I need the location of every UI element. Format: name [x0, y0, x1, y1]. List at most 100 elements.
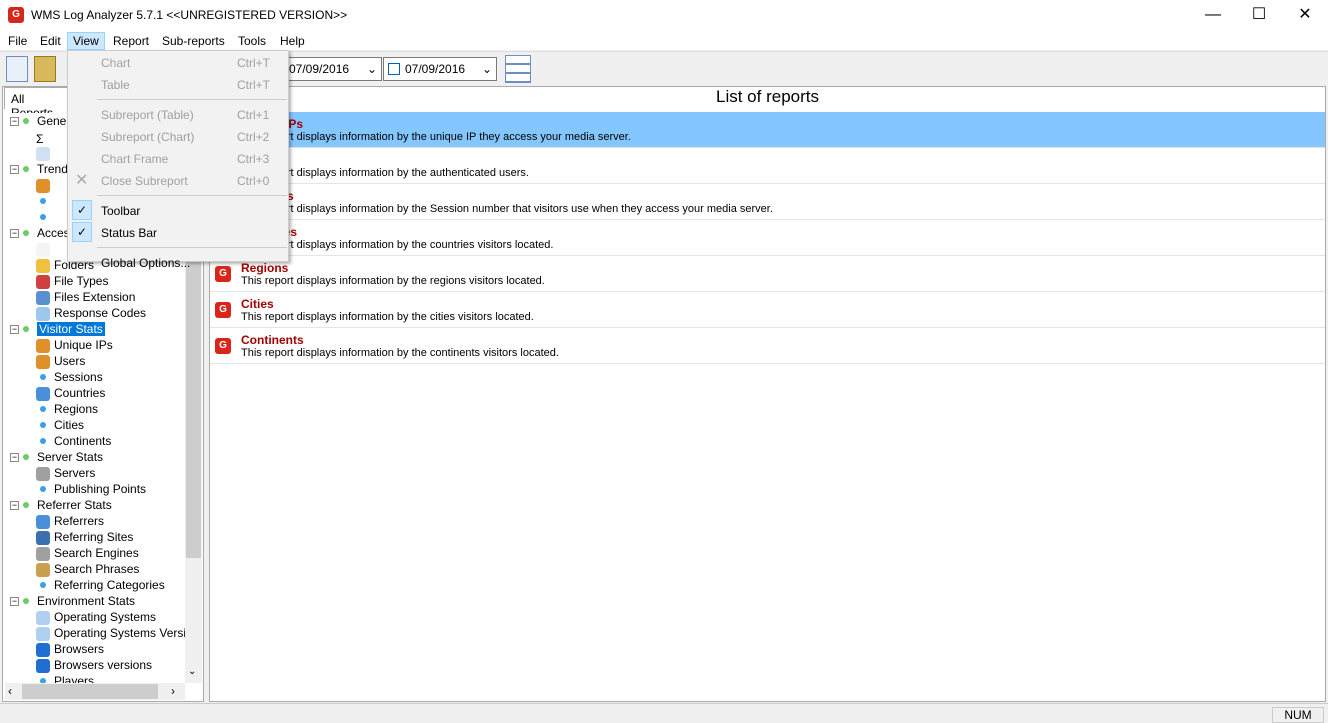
menu-item-toolbar[interactable]: Toolbar ✓ [68, 200, 288, 222]
date-to-picker[interactable]: 07/09/2016 ⌄ [383, 57, 497, 81]
tree-item[interactable]: Browsers [36, 641, 104, 657]
collapse-icon[interactable]: − [10, 597, 19, 607]
menu-item-shortcut: Ctrl+0 [237, 174, 270, 188]
bullet-icon [40, 486, 46, 493]
tree-item[interactable]: Response Codes [36, 305, 146, 321]
tree-item[interactable]: Users [36, 353, 85, 369]
bullet-icon [40, 374, 46, 381]
tree-item[interactable]: Sessions [36, 369, 103, 385]
scroll-right-icon[interactable]: › [171, 684, 175, 698]
report-name: Cities [241, 297, 274, 311]
tree-item[interactable]: Operating Systems Versions [36, 625, 185, 641]
tree-group[interactable]: − Trends [10, 161, 74, 177]
tree-item[interactable] [36, 177, 54, 193]
tree-group[interactable]: − Environment Stats [10, 593, 135, 609]
menu-item-status-bar[interactable]: Status Bar ✓ [68, 222, 288, 244]
tree-item[interactable]: Servers [36, 465, 95, 481]
maximize-button[interactable]: ☐ [1236, 0, 1282, 30]
bullet-icon [40, 438, 46, 445]
tree-item-label: Referrers [54, 514, 105, 528]
menu-tools[interactable]: Tools [232, 32, 272, 50]
collapse-icon[interactable]: − [10, 325, 19, 335]
tree-item[interactable]: Continents [36, 433, 111, 449]
num-lock-indicator: NUM [1272, 707, 1324, 723]
menu-sub-reports[interactable]: Sub-reports [156, 32, 231, 50]
tree-item[interactable]: Operating Systems [36, 609, 156, 625]
date-to-checkbox[interactable] [388, 63, 400, 75]
menu-edit[interactable]: Edit [34, 32, 67, 50]
scroll-thumb[interactable] [22, 684, 158, 699]
collapse-icon[interactable]: − [10, 229, 19, 239]
bullet-icon [40, 406, 46, 413]
scroll-left-icon[interactable]: ‹ [8, 684, 12, 698]
new-report-icon[interactable] [6, 56, 28, 82]
tree-group[interactable]: − Server Stats [10, 449, 103, 465]
reports-title: List of reports [716, 87, 819, 106]
date-from-picker[interactable]: 07/09/2016 ⌄ [284, 57, 382, 81]
tree-item[interactable] [36, 145, 54, 161]
collapse-icon[interactable]: − [10, 453, 19, 463]
collapse-icon[interactable]: − [10, 117, 19, 127]
report-row[interactable]: G Regions This report displays information… [210, 256, 1325, 292]
tree-item[interactable]: File Types [36, 273, 108, 289]
menu-item-close-subreport[interactable]: Close Subreport Ctrl+0 ✕ [68, 170, 288, 192]
tree-item[interactable] [36, 209, 54, 225]
tree-item-label: Referring Categories [54, 578, 165, 592]
tree-item[interactable]: Countries [36, 385, 105, 401]
tree-item-label: Publishing Points [54, 482, 147, 496]
tree-item[interactable]: Browsers versions [36, 657, 152, 673]
report-row[interactable]: GUnique IPsThis report displays informat… [210, 112, 1325, 148]
open-report-icon[interactable] [34, 56, 56, 82]
tree-horizontal-scrollbar[interactable]: ‹ › [5, 683, 185, 700]
tree-item[interactable]: Referrers [36, 513, 104, 529]
collapse-icon[interactable]: − [10, 501, 19, 511]
tree-item[interactable]: Σ [36, 129, 54, 146]
tree-item[interactable]: Players [36, 673, 94, 683]
menu-report[interactable]: Report [107, 32, 155, 50]
report-row[interactable]: GCountriesThis report displays informati… [210, 220, 1325, 256]
report-row[interactable]: GUsersThis report displays information b… [210, 148, 1325, 184]
menu-item-table[interactable]: Table Ctrl+T [68, 74, 288, 96]
group-dot-icon [23, 230, 29, 237]
close-icon: ✕ [75, 172, 89, 189]
scroll-down-icon[interactable]: ⌄ [188, 666, 196, 677]
tree-item-label: Environment Stats [37, 594, 136, 608]
report-row[interactable]: G Cities This report displays information … [210, 292, 1325, 328]
tree-group[interactable]: − Referrer Stats [10, 497, 112, 513]
tree-item[interactable]: Referring Categories [36, 577, 165, 593]
menu-item-shortcut: Ctrl+3 [237, 152, 270, 166]
collapse-icon[interactable]: − [10, 165, 19, 175]
report-row[interactable]: GSessionsThis report displays informatio… [210, 184, 1325, 220]
tab-all-reports[interactable]: All Reports [4, 87, 68, 120]
menu-file[interactable]: File [2, 32, 33, 50]
menu-item-chart[interactable]: Chart Ctrl+T [68, 52, 288, 74]
close-button[interactable]: ✕ [1282, 0, 1328, 30]
report-list-icon[interactable] [505, 55, 531, 83]
tree-item[interactable]: Search Engines [36, 545, 139, 561]
tree-item[interactable] [36, 241, 54, 257]
minimize-button[interactable]: — [1190, 0, 1236, 30]
tree-item[interactable]: Files Extension [36, 289, 135, 305]
folder-icon [36, 258, 50, 273]
tree-item[interactable]: Referring Sites [36, 529, 133, 545]
menu-item-global-options[interactable]: Global Options... [68, 252, 288, 274]
tree-item[interactable]: Unique IPs [36, 337, 113, 353]
tree-item[interactable]: Regions [36, 401, 98, 417]
report-description: This report displays information by the … [241, 347, 559, 359]
tree-item[interactable]: Search Phrases [36, 561, 139, 577]
report-row[interactable]: G Continents This report displays informat… [210, 328, 1325, 364]
menu-separator [97, 99, 287, 100]
menu-item-subreport-chart[interactable]: Subreport (Chart) Ctrl+2 [68, 126, 288, 148]
menu-help[interactable]: Help [274, 32, 311, 50]
menu-view[interactable]: View [67, 32, 105, 50]
menu-item-subreport-table[interactable]: Subreport (Table) Ctrl+1 [68, 104, 288, 126]
disc-icon [36, 610, 50, 625]
speech-icon [36, 306, 50, 321]
date-to-value: 07/09/2016 [405, 62, 466, 76]
tree-item[interactable]: Cities [36, 417, 84, 433]
tree-item[interactable] [36, 193, 54, 209]
group-dot-icon [23, 598, 29, 605]
tree-item[interactable]: Publishing Points [36, 481, 146, 497]
menu-item-chart-frame[interactable]: Chart Frame Ctrl+3 [68, 148, 288, 170]
tree-group[interactable]: − Visitor Stats [10, 321, 105, 337]
